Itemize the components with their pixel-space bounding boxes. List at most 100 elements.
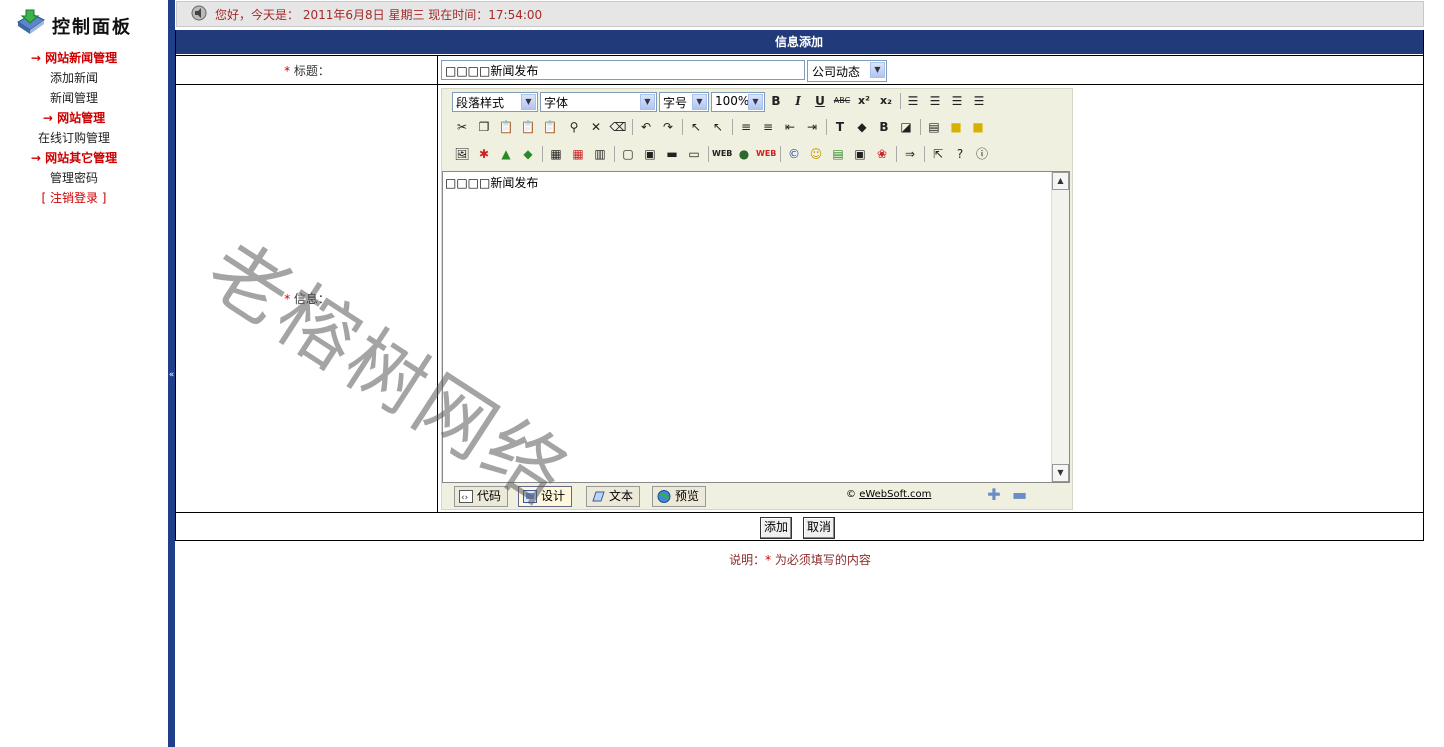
sidebar-group-news[interactable]: → 网站新闻管理 bbox=[0, 48, 148, 68]
justify-icon[interactable]: ☰ bbox=[969, 91, 989, 111]
insert-flash-icon[interactable]: ✱ bbox=[474, 144, 494, 164]
insert-field-icon[interactable]: ▭ bbox=[684, 144, 704, 164]
insert-emoticon-icon[interactable]: ☺ bbox=[806, 144, 826, 164]
unordered-list-icon[interactable]: ≡ bbox=[758, 117, 778, 137]
chevron-down-icon[interactable]: ▼ bbox=[640, 94, 655, 110]
sidebar-item-password[interactable]: 管理密码 bbox=[0, 168, 148, 188]
ordered-list-icon[interactable]: ≡ bbox=[736, 117, 756, 137]
highlight-icon[interactable]: ◆ bbox=[852, 117, 872, 137]
strikethrough-icon[interactable]: ABC bbox=[832, 91, 852, 111]
submit-button[interactable]: 添加 bbox=[760, 517, 793, 539]
select-all-icon[interactable]: ↖ bbox=[686, 117, 706, 137]
remove-link-icon[interactable]: WEB bbox=[756, 144, 776, 164]
bring-forward-icon[interactable]: ■ bbox=[946, 117, 966, 137]
insert-excel-icon[interactable]: ▤ bbox=[828, 144, 848, 164]
required-star: * bbox=[284, 292, 291, 306]
category-select[interactable]: 公司动态 ▼ bbox=[807, 60, 887, 82]
align-center-icon[interactable]: ☰ bbox=[925, 91, 945, 111]
logout-link[interactable]: [ 注销登录 ] bbox=[0, 188, 148, 208]
scroll-up-icon[interactable]: ▲ bbox=[1052, 172, 1069, 190]
insert-file-icon[interactable]: ◆ bbox=[518, 144, 538, 164]
zoom-value: 100% bbox=[715, 94, 750, 108]
sidebar-item-online-orders[interactable]: 在线订购管理 bbox=[0, 128, 148, 148]
fullscreen-icon[interactable]: ⇱ bbox=[928, 144, 948, 164]
mode-code-tab[interactable]: ‹› 代码 bbox=[454, 486, 509, 507]
superscript-icon[interactable]: x² bbox=[854, 91, 874, 111]
bold-icon[interactable]: B bbox=[766, 91, 786, 111]
undo-icon[interactable]: ↶ bbox=[636, 117, 656, 137]
copy-icon[interactable]: ❐ bbox=[474, 117, 494, 137]
title-input[interactable] bbox=[441, 60, 805, 80]
zoom-select[interactable]: 100% ▼ bbox=[711, 92, 765, 112]
insert-media-icon[interactable]: ▲ bbox=[496, 144, 516, 164]
insert-image-icon[interactable]: 🖼 bbox=[452, 144, 472, 164]
paragraph-icon[interactable]: ▤ bbox=[924, 117, 944, 137]
editor-content-area[interactable]: □□□□新闻发布 ▲ ▼ bbox=[442, 171, 1070, 483]
column-divider bbox=[437, 55, 438, 512]
insert-time-icon[interactable]: ❀ bbox=[872, 144, 892, 164]
enlarge-editor-icon[interactable]: ✚ bbox=[987, 487, 1001, 503]
chevron-down-icon[interactable]: ▼ bbox=[870, 62, 885, 78]
paste-icon[interactable]: 📋 bbox=[496, 117, 516, 137]
page-break-icon[interactable]: ⇒ bbox=[900, 144, 920, 164]
horizontal-rule-icon[interactable]: ▬ bbox=[662, 144, 682, 164]
font-value: 字体 bbox=[544, 96, 569, 110]
paste-word-icon[interactable]: 📋 bbox=[540, 117, 560, 137]
align-right-icon[interactable]: ☰ bbox=[947, 91, 967, 111]
note-prefix: 说明： bbox=[729, 553, 766, 567]
sidebar-item-news-manage[interactable]: 新闻管理 bbox=[0, 88, 148, 108]
chevron-down-icon[interactable]: ▼ bbox=[692, 94, 707, 110]
insert-date-icon[interactable]: ▣ bbox=[850, 144, 870, 164]
background-color-icon[interactable]: B bbox=[874, 117, 894, 137]
about-icon[interactable]: ⓘ bbox=[972, 144, 992, 164]
remove-format-icon[interactable]: ◪ bbox=[896, 117, 916, 137]
align-left-icon[interactable]: ☰ bbox=[903, 91, 923, 111]
find-icon[interactable]: ⚲ bbox=[564, 117, 584, 137]
insert-link-icon[interactable]: WEB bbox=[712, 144, 732, 164]
collapse-arrow-icon[interactable]: « bbox=[168, 370, 175, 380]
chevron-down-icon[interactable]: ▼ bbox=[748, 94, 763, 110]
editor-mode-bar: ‹› 代码 设计 文本 预览 © eWebSoft.com ✚ ▬ bbox=[442, 485, 1072, 507]
redo-icon[interactable]: ↷ bbox=[658, 117, 678, 137]
anchor-icon[interactable]: ● bbox=[734, 144, 754, 164]
paragraph-style-select[interactable]: 段落样式 ▼ bbox=[452, 92, 538, 112]
mode-preview-tab[interactable]: 预览 bbox=[652, 486, 707, 507]
chevron-down-icon[interactable]: ▼ bbox=[521, 94, 536, 110]
mode-design-tab[interactable]: 设计 bbox=[518, 486, 573, 507]
help-icon[interactable]: ? bbox=[950, 144, 970, 164]
insert-frame-icon[interactable]: ▢ bbox=[618, 144, 638, 164]
font-select[interactable]: 字体 ▼ bbox=[540, 92, 657, 112]
sidebar-divider[interactable]: « bbox=[168, 0, 175, 747]
mode-text-tab[interactable]: 文本 bbox=[586, 486, 641, 507]
book-arrow-icon bbox=[17, 9, 45, 34]
outdent-icon[interactable]: ⇤ bbox=[780, 117, 800, 137]
select-none-icon[interactable]: ↖ bbox=[708, 117, 728, 137]
toolbar-separator bbox=[732, 119, 733, 135]
cancel-button[interactable]: 取消 bbox=[803, 517, 836, 539]
cut-icon[interactable]: ✂ bbox=[452, 117, 472, 137]
subscript-icon[interactable]: x₂ bbox=[876, 91, 896, 111]
insert-special-char-icon[interactable]: © bbox=[784, 144, 804, 164]
editor-scrollbar[interactable]: ▲ ▼ bbox=[1051, 172, 1069, 482]
table-properties-icon[interactable]: ▦ bbox=[568, 144, 588, 164]
italic-icon[interactable]: I bbox=[788, 91, 808, 111]
design-icon bbox=[523, 490, 537, 503]
delete-icon[interactable]: ✕ bbox=[586, 117, 606, 137]
globe-icon bbox=[657, 490, 671, 503]
sidebar-item-add-news[interactable]: 添加新闻 bbox=[0, 68, 148, 88]
scroll-down-icon[interactable]: ▼ bbox=[1052, 464, 1069, 482]
sidebar-group-other[interactable]: → 网站其它管理 bbox=[0, 148, 148, 168]
cell-properties-icon[interactable]: ▥ bbox=[590, 144, 610, 164]
underline-icon[interactable]: U bbox=[810, 91, 830, 111]
paste-text-icon[interactable]: 📋 bbox=[518, 117, 538, 137]
font-size-select[interactable]: 字号 ▼ bbox=[659, 92, 709, 112]
sidebar-group-site[interactable]: → 网站管理 bbox=[0, 108, 148, 128]
eraser-icon[interactable]: ⌫ bbox=[608, 117, 628, 137]
text-color-icon[interactable]: T bbox=[830, 117, 850, 137]
insert-iframe-icon[interactable]: ▣ bbox=[640, 144, 660, 164]
indent-icon[interactable]: ⇥ bbox=[802, 117, 822, 137]
ewebsoft-link[interactable]: eWebSoft.com bbox=[859, 489, 931, 500]
send-backward-icon[interactable]: ■ bbox=[968, 117, 988, 137]
insert-table-icon[interactable]: ▦ bbox=[546, 144, 566, 164]
shrink-editor-icon[interactable]: ▬ bbox=[1012, 487, 1027, 503]
